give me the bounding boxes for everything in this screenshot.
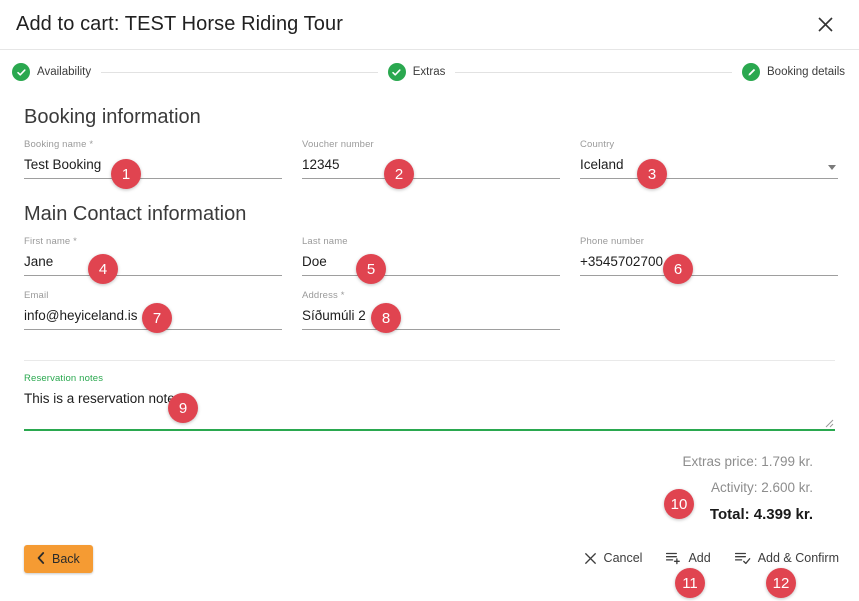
- extras-price: Extras price: 1.799 kr.: [682, 454, 813, 469]
- address-label: Address *: [302, 290, 345, 301]
- address-field[interactable]: Address * Síðumúli 2: [302, 288, 560, 330]
- first-name-label: First name *: [24, 236, 78, 247]
- stepper-connector-1: [101, 71, 378, 73]
- annotation-badge-7: 7: [142, 303, 172, 333]
- booking-name-value[interactable]: Test Booking: [24, 151, 282, 176]
- annotation-badge-9: 9: [168, 393, 198, 423]
- annotation-badge-6: 6: [663, 254, 693, 284]
- reservation-notes-value[interactable]: This is a reservation note: [24, 385, 835, 409]
- close-icon: [584, 552, 597, 565]
- cancel-button-label: Cancel: [603, 551, 643, 565]
- annotation-badge-1: 1: [111, 159, 141, 189]
- chevron-left-icon: [37, 551, 45, 567]
- country-select[interactable]: Country Iceland: [580, 137, 838, 179]
- activity-price: Activity: 2.600 kr.: [710, 480, 813, 495]
- annotation-badge-12: 12: [766, 568, 796, 598]
- phone-number-field[interactable]: Phone number +3545702700: [580, 234, 838, 276]
- country-label: Country: [580, 139, 615, 150]
- step-extras[interactable]: Extras: [387, 63, 446, 81]
- country-value[interactable]: Iceland: [580, 151, 838, 176]
- first-name-field[interactable]: First name * Jane: [24, 234, 282, 276]
- booking-name-label: Booking name *: [24, 139, 94, 150]
- phone-number-label: Phone number: [580, 236, 645, 247]
- add-button-label: Add: [688, 551, 711, 565]
- add-and-confirm-button[interactable]: Add & Confirm: [731, 547, 843, 569]
- address-value[interactable]: Síðumúli 2: [302, 302, 560, 327]
- main-contact-row-1: First name * Jane Last name Doe Phone nu…: [24, 234, 838, 288]
- back-button-label: Back: [52, 552, 80, 566]
- email-label: Email: [24, 290, 49, 301]
- check-icon: [12, 63, 30, 81]
- step-label-availability: Availability: [37, 66, 92, 78]
- annotation-badge-10: 10: [664, 489, 694, 519]
- stepper: Availability Extras Booking details: [0, 50, 859, 94]
- last-name-field[interactable]: Last name Doe: [302, 234, 560, 276]
- last-name-value[interactable]: Doe: [302, 248, 560, 273]
- footer-actions: Cancel Add Add & Confirm: [580, 547, 843, 569]
- playlist-add-icon: [666, 551, 681, 565]
- annotation-badge-2: 2: [384, 159, 414, 189]
- step-booking-details[interactable]: Booking details: [742, 63, 845, 81]
- step-availability[interactable]: Availability: [12, 63, 91, 81]
- voucher-number-label: Voucher number: [302, 139, 374, 150]
- booking-information-title: Booking information: [24, 106, 201, 128]
- voucher-number-value[interactable]: 12345: [302, 151, 560, 176]
- playlist-check-icon: [734, 551, 751, 565]
- check-icon: [387, 63, 406, 81]
- field-col-booking-name: Booking name * Test Booking: [24, 137, 282, 191]
- voucher-number-field[interactable]: Voucher number 12345: [302, 137, 560, 179]
- chevron-down-icon[interactable]: [828, 165, 836, 170]
- annotation-badge-8: 8: [371, 303, 401, 333]
- annotation-badge-4: 4: [88, 254, 118, 284]
- stepper-connector-2: [455, 71, 732, 73]
- add-to-cart-dialog: Add to cart: TEST Horse Riding Tour Avai…: [0, 0, 859, 601]
- add-button[interactable]: Add: [662, 547, 714, 569]
- dialog-header: Add to cart: TEST Horse Riding Tour: [0, 0, 859, 50]
- annotation-badge-3: 3: [637, 159, 667, 189]
- reservation-notes-label: Reservation notes: [24, 373, 104, 384]
- section-divider: [24, 360, 835, 361]
- cancel-button[interactable]: Cancel: [580, 547, 647, 569]
- field-col-first-name: First name * Jane: [24, 234, 282, 288]
- phone-number-value[interactable]: +3545702700: [580, 248, 838, 273]
- dialog-footer: Back Cancel Add Add & Confirm: [0, 539, 859, 601]
- resize-handle-icon[interactable]: [822, 415, 834, 428]
- field-col-address: Address * Síðumúli 2: [302, 288, 560, 342]
- pencil-icon: [742, 63, 760, 81]
- booking-information-row: Booking name * Test Booking Voucher numb…: [24, 137, 838, 191]
- field-col-voucher-number: Voucher number 12345: [302, 137, 560, 191]
- last-name-label: Last name: [302, 236, 348, 247]
- close-icon[interactable]: [811, 11, 839, 39]
- step-label-booking-details: Booking details: [767, 66, 845, 78]
- total-price: Total: 4.399 kr.: [709, 506, 813, 523]
- first-name-value[interactable]: Jane: [24, 248, 282, 273]
- annotation-badge-5: 5: [356, 254, 386, 284]
- reservation-notes-field[interactable]: Reservation notes This is a reservation …: [24, 373, 835, 431]
- step-label-extras: Extras: [412, 66, 446, 78]
- price-summary: Extras price: 1.799 kr. Activity: 2.600 …: [24, 449, 835, 529]
- back-button[interactable]: Back: [24, 545, 93, 573]
- field-col-country: Country Iceland: [580, 137, 838, 191]
- annotation-badge-11: 11: [675, 568, 705, 598]
- add-and-confirm-button-label: Add & Confirm: [757, 551, 839, 565]
- page-title: Add to cart: TEST Horse Riding Tour: [16, 13, 343, 35]
- field-col-last-name: Last name Doe: [302, 234, 560, 288]
- field-col-phone-number: Phone number +3545702700: [580, 234, 838, 288]
- main-contact-information-title: Main Contact information: [24, 203, 247, 225]
- booking-name-field[interactable]: Booking name * Test Booking: [24, 137, 282, 179]
